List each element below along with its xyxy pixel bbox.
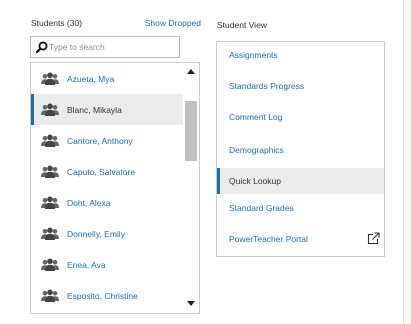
student-name: Blanc, Mikayla [67, 104, 122, 115]
student-name: Cantore, Anthony [67, 135, 133, 146]
show-dropped-link[interactable]: Show Dropped [145, 18, 201, 28]
student-row[interactable]: Cantore, Anthony [31, 125, 183, 156]
student-row[interactable]: Doht, Alexa [31, 187, 183, 218]
student-row[interactable]: Azueta, Mya [31, 63, 183, 94]
students-header: Students (30) Show Dropped [31, 18, 201, 32]
external-link-icon[interactable] [367, 232, 380, 245]
student-name: Caputo, Salvatore [67, 166, 136, 177]
search-box[interactable] [30, 36, 180, 58]
student-icon [41, 227, 59, 240]
menu-item-label: Comment Log [229, 112, 283, 122]
student-icon [41, 134, 59, 147]
menu-item-standard-grades[interactable]: Standard Grades [217, 195, 384, 221]
menu-item-label: Standard Grades [229, 203, 294, 213]
student-list: Azueta, Mya Blanc, Mikayla Cantore, Anth… [30, 62, 200, 314]
students-title: Students (30) [31, 18, 83, 28]
student-row[interactable]: Enea, Ava [31, 249, 183, 280]
student-icon [41, 196, 59, 209]
student-list-scrollbar[interactable] [183, 63, 199, 313]
student-icon [41, 165, 59, 178]
scrollbar-thumb[interactable] [185, 101, 197, 161]
student-row[interactable]: Donnelly, Emily [31, 218, 183, 249]
scroll-up-arrow-icon[interactable] [187, 69, 195, 74]
menu-item-powerteacher-portal[interactable]: PowerTeacher Portal [217, 226, 384, 252]
student-name: Azueta, Mya [67, 73, 115, 84]
student-icon [41, 258, 59, 271]
menu-item-quick-lookup[interactable]: Quick Lookup [217, 168, 384, 194]
student-row[interactable]: Caputo, Salvatore [31, 156, 183, 187]
menu-item-label: Assignments [229, 50, 278, 60]
search-icon [36, 41, 48, 53]
student-icon [41, 103, 59, 116]
student-row[interactable]: Blanc, Mikayla [31, 94, 183, 125]
menu-item-demographics[interactable]: Demographics [217, 137, 384, 163]
menu-item-label: Demographics [229, 145, 284, 155]
student-view-title: Student View [217, 20, 267, 30]
menu-item-assignments[interactable]: Assignments [217, 42, 384, 68]
student-name: Enea, Ava [67, 259, 106, 270]
student-icon [41, 72, 59, 85]
menu-item-label: Quick Lookup [229, 176, 281, 186]
window-edge [403, 0, 411, 324]
menu-item-label: Standards Progress [229, 81, 305, 91]
menu-item-comment-log[interactable]: Comment Log [217, 104, 384, 130]
student-row[interactable]: Esposito, Christine [31, 280, 183, 311]
menu-item-standards-progress[interactable]: Standards Progress [217, 73, 384, 99]
student-name: Donnelly, Emily [67, 228, 125, 239]
student-name: Doht, Alexa [67, 197, 111, 208]
student-view-menu: Assignments Standards Progress Comment L… [216, 41, 385, 257]
menu-item-label: PowerTeacher Portal [229, 234, 308, 244]
student-name: Esposito, Christine [67, 290, 138, 301]
search-input[interactable] [49, 39, 177, 55]
student-icon [41, 289, 59, 302]
scroll-down-arrow-icon[interactable] [187, 301, 195, 306]
